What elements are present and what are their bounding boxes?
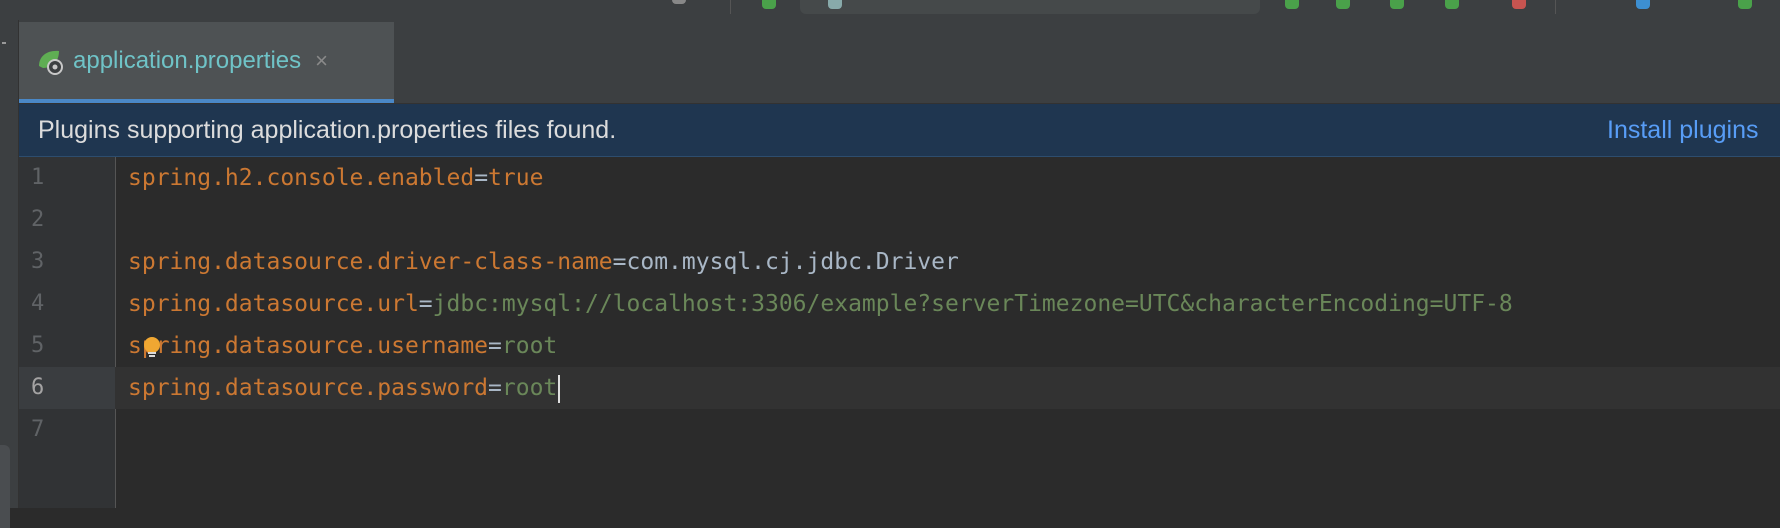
- plugin-notification-banner: Plugins supporting application.propertie…: [19, 104, 1780, 157]
- property-value: com.mysql.cj.jdbc.Driver: [626, 249, 959, 275]
- code-text: spring.datasource.driver-class-name=com.…: [128, 241, 959, 283]
- close-icon[interactable]: ×: [315, 49, 328, 72]
- line-number-cell: 2: [19, 199, 115, 241]
- run-config-icon: [828, 0, 842, 9]
- property-key: spring.datasource.password: [128, 375, 489, 401]
- equals-sign: =: [474, 165, 489, 191]
- debug-icon[interactable]: [1336, 0, 1350, 9]
- line-number-cell: 7: [19, 409, 115, 451]
- text-caret: [558, 374, 561, 403]
- line-number-cell: 6: [19, 367, 115, 409]
- profile-icon[interactable]: [1445, 0, 1459, 9]
- equals-sign: =: [488, 375, 502, 401]
- build-icon[interactable]: [762, 0, 776, 9]
- code-text: spring.h2.console.enabled=true: [128, 157, 543, 199]
- code-line[interactable]: 5 spring.datasource.username=root: [19, 325, 1780, 367]
- git-update-icon[interactable]: [1636, 0, 1650, 9]
- line-number: 2: [31, 207, 45, 232]
- project-tool-marker[interactable]: [2, 42, 6, 44]
- structure-tool-marker[interactable]: [0, 445, 10, 528]
- line-number: 5: [31, 333, 45, 358]
- install-plugins-link[interactable]: Install plugins: [1607, 116, 1758, 145]
- banner-message: Plugins supporting application.propertie…: [38, 116, 617, 144]
- main-toolbar: [0, 0, 1780, 20]
- line-number: 4: [31, 291, 45, 316]
- intention-bulb-icon[interactable]: [141, 336, 163, 358]
- run-icon[interactable]: [1285, 0, 1299, 9]
- line-number: 3: [31, 249, 45, 274]
- toolbar-icon[interactable]: [672, 0, 686, 4]
- run-configuration-selector[interactable]: [800, 0, 1260, 14]
- code-line[interactable]: 2: [19, 199, 1780, 241]
- line-number: 6: [31, 375, 45, 400]
- code-text: spring.datasource.password=root: [128, 367, 561, 409]
- toolbar-separator: [1555, 0, 1556, 14]
- code-line-current[interactable]: 6 spring.datasource.password=root: [19, 367, 1780, 409]
- property-key: spring.datasource.driver-class-name: [128, 249, 613, 275]
- property-value: root: [501, 375, 558, 401]
- property-value: true: [488, 165, 544, 191]
- property-key: spring.datasource.url: [128, 291, 419, 317]
- property-value: root: [501, 333, 558, 359]
- code-text: spring.datasource.url=jdbc:mysql://local…: [128, 283, 1513, 325]
- coverage-icon[interactable]: [1390, 0, 1404, 9]
- property-key: spring.datasource.username: [128, 333, 489, 359]
- git-push-icon[interactable]: [1738, 0, 1752, 9]
- equals-sign: =: [488, 333, 502, 359]
- code-line[interactable]: 1 spring.h2.console.enabled=true: [19, 157, 1780, 199]
- spring-leaf-settings-icon: [39, 50, 63, 75]
- line-number: 1: [31, 165, 45, 190]
- tab-label: application.properties: [73, 46, 302, 74]
- line-number-cell: 4: [19, 283, 115, 325]
- line-number-cell: 1: [19, 157, 115, 199]
- equals-sign: =: [418, 291, 433, 317]
- line-number-cell: 5: [19, 325, 115, 367]
- left-tool-strip: [0, 20, 19, 528]
- line-number: 7: [31, 417, 45, 442]
- code-line[interactable]: 3 spring.datasource.driver-class-name=co…: [19, 241, 1780, 283]
- equals-sign: =: [612, 249, 627, 275]
- code-line[interactable]: 4 spring.datasource.url=jdbc:mysql://loc…: [19, 283, 1780, 325]
- property-key: spring.h2.console.enabled: [128, 165, 475, 191]
- code-editor[interactable]: 1 spring.h2.console.enabled=true 2 3 spr…: [19, 157, 1780, 508]
- editor-tab-bar: application.properties ×: [19, 20, 1780, 104]
- property-value: jdbc:mysql://localhost:3306/example?serv…: [432, 291, 1513, 317]
- code-text: spring.datasource.username=root: [128, 325, 557, 367]
- tab-application-properties[interactable]: application.properties ×: [19, 22, 394, 103]
- line-number-cell: 3: [19, 241, 115, 283]
- stop-icon[interactable]: [1512, 0, 1526, 9]
- toolbar-separator: [730, 0, 731, 14]
- code-line[interactable]: 7: [19, 409, 1780, 451]
